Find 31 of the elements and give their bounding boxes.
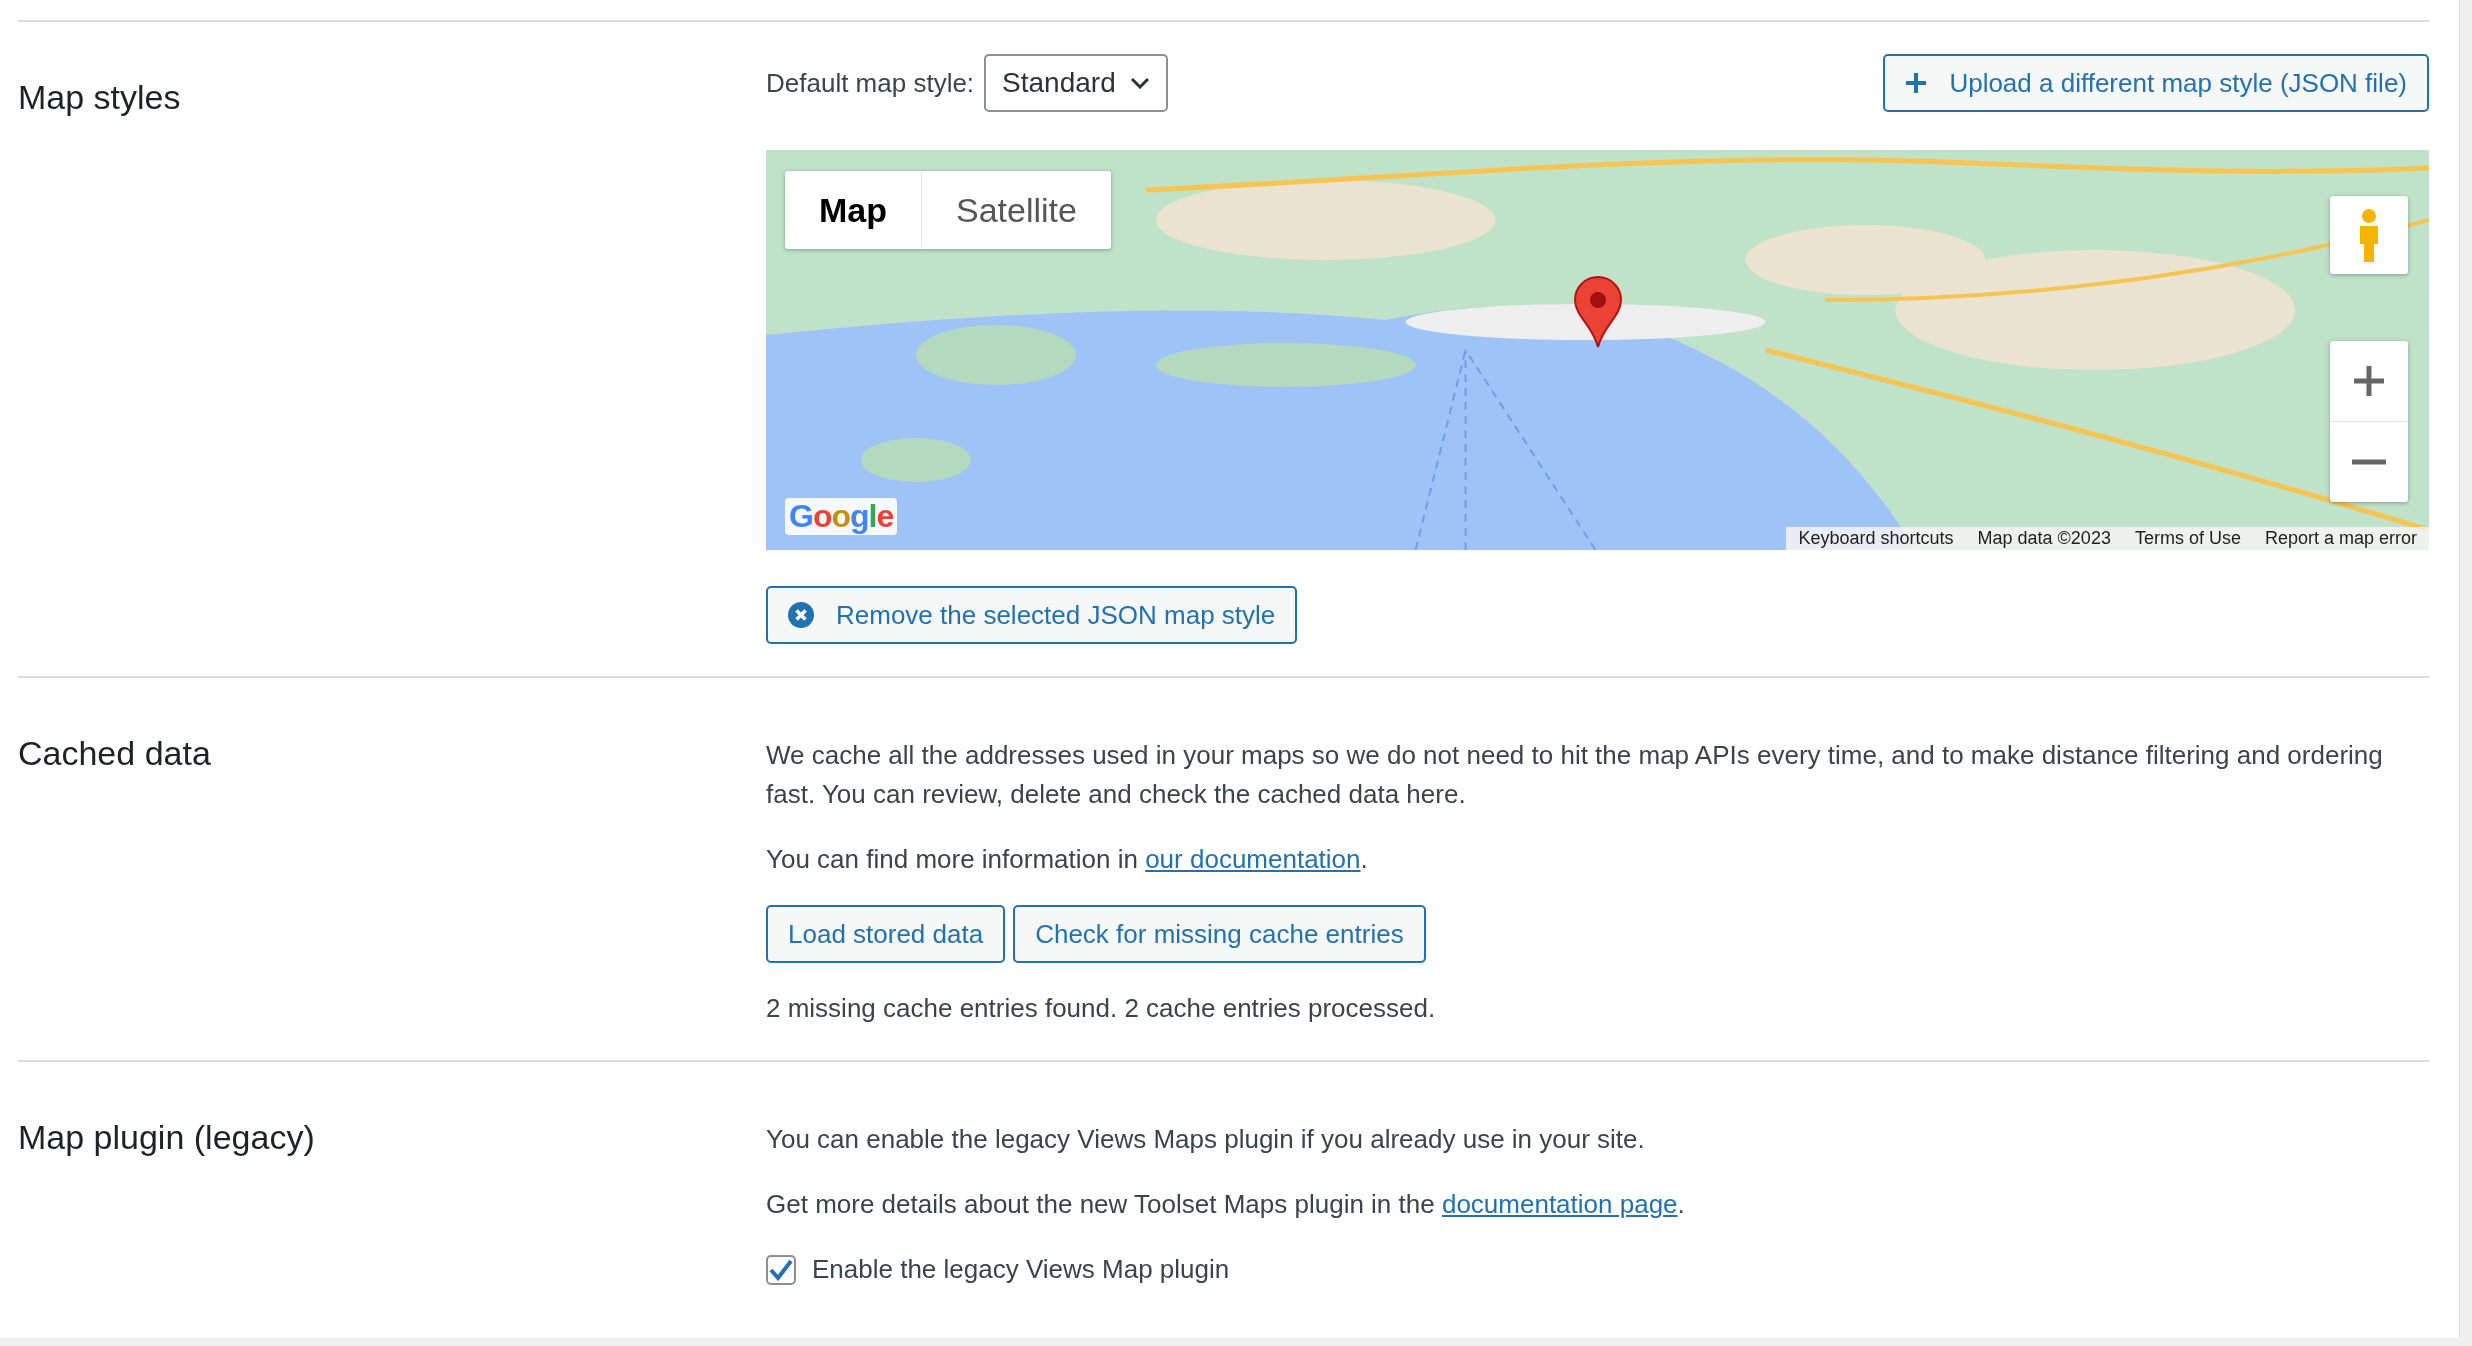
upload-button[interactable]: Upload a different map style (JSON file) (1883, 54, 2429, 112)
attribution-link[interactable]: Keyboard shortcuts (1786, 527, 1966, 550)
attribution-link[interactable]: Report a map error (2252, 527, 2429, 550)
minus-icon (2352, 459, 2386, 465)
documentation-link[interactable]: documentation page (1441, 1189, 1678, 1219)
action-button[interactable]: Check for missing cache entries (1013, 905, 1426, 963)
google-logo: Google (785, 498, 898, 535)
status-text: 2 missing cache entries found. 2 cache entries processed. (766, 992, 1437, 1025)
checkbox[interactable] (766, 1254, 796, 1285)
info-text: You can find more information in our documentation. (766, 843, 1369, 876)
section-title: Map plugin (legacy) (18, 1117, 316, 1158)
map-style-select[interactable]: Standard (984, 54, 1168, 112)
map-type-tab[interactable]: Satellite (921, 171, 1111, 249)
close-icon (788, 602, 814, 628)
section-title: Cached data (18, 733, 212, 774)
attribution-link[interactable]: Terms of Use (2122, 527, 2253, 550)
chevron-down-icon (1129, 77, 1150, 89)
section-title: Map styles (18, 77, 182, 118)
checkbox-label: Enable the legacy Views Map plugin (812, 1254, 1230, 1285)
action-button[interactable]: Load stored data (766, 905, 1006, 963)
attribution-link[interactable]: Map data ©2023 (1965, 527, 2123, 550)
plus-icon (1905, 72, 1928, 94)
plus-icon (2352, 364, 2386, 398)
map-type-tab[interactable]: Map (785, 171, 921, 249)
documentation-link[interactable]: our documentation (1145, 844, 1361, 874)
field-label: Default map style: (766, 67, 975, 99)
description-text: You can enable the legacy Views Maps plugin if you already use in your site. (766, 1123, 1646, 1156)
remove-style-button[interactable]: Remove the selected JSON map style (766, 586, 1298, 644)
map-pin-icon (1573, 276, 1623, 348)
description-text: We cache all the addresses used in your maps so we do not need to hit the map APIs every time, and to make distance filtering and ordering fast. You can review, delete and check the cached data here. (766, 739, 2384, 811)
info-text: Get more details about the new Toolset Maps plugin in the documentation page. (766, 1188, 1686, 1221)
